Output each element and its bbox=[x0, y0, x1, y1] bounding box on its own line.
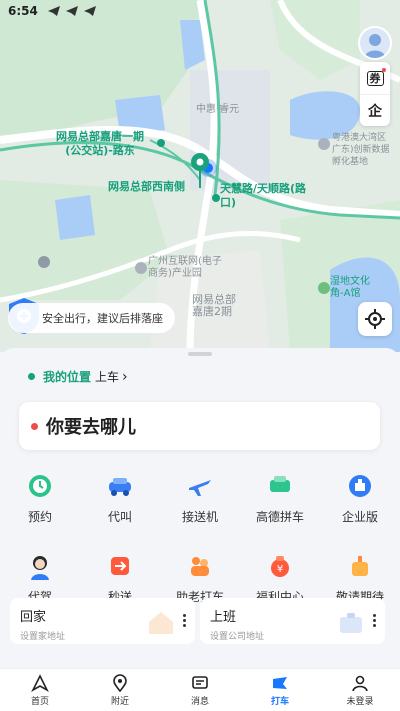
driver-avatar-icon bbox=[31, 556, 49, 580]
location-pin-icon bbox=[113, 673, 127, 692]
telegram-icon bbox=[83, 6, 96, 16]
car-call-icon bbox=[109, 478, 131, 496]
service-reserve[interactable]: 预约 bbox=[0, 472, 80, 552]
service-label: 接送机 bbox=[181, 510, 218, 524]
tab-label: 打车 bbox=[270, 696, 289, 707]
locate-button[interactable] bbox=[358, 302, 392, 336]
park-poi-icon[interactable] bbox=[135, 262, 147, 274]
notification-dot bbox=[382, 68, 386, 72]
service-label: 预约 bbox=[27, 510, 52, 524]
ride-sheet: 我的位置 上车 › 你要去哪儿 预约 代叫 接送机 高德拼车 企业版 代驾 秒送… bbox=[0, 348, 400, 668]
coupon-button[interactable]: 券 bbox=[360, 62, 390, 94]
service-label: 高德拼车 bbox=[255, 510, 304, 524]
tab-taxi[interactable]: 打车 bbox=[240, 669, 320, 711]
taxi-icon bbox=[273, 676, 287, 689]
pickup-location[interactable]: 我的位置 上车 › bbox=[28, 368, 128, 385]
service-carpool[interactable]: 高德拼车 bbox=[240, 472, 320, 552]
elderly-icon bbox=[191, 557, 209, 576]
enterprise-map-button[interactable]: 企 bbox=[360, 94, 390, 126]
gift-icon bbox=[352, 556, 368, 576]
destination-placeholder: 你要去哪儿 bbox=[46, 417, 136, 438]
send-icon bbox=[111, 557, 129, 575]
tab-messages[interactable]: 消息 bbox=[160, 669, 240, 711]
briefcase-icon bbox=[340, 613, 362, 633]
house-icon bbox=[149, 612, 173, 634]
safety-tip-text: 安全出行，建议后排落座 bbox=[42, 312, 163, 325]
destination-dot bbox=[31, 422, 38, 430]
safety-tip[interactable]: 安全出行，建议后排落座 bbox=[8, 303, 175, 333]
user-icon bbox=[352, 675, 368, 691]
parking-poi-icon[interactable] bbox=[38, 256, 50, 268]
map-tool-stack: 券 企 bbox=[360, 62, 390, 126]
shortcut-home[interactable]: 回家 设置家地址 bbox=[10, 598, 195, 644]
status-bar: 6:54 bbox=[0, 0, 400, 22]
shortcut-work[interactable]: 上班 设置公司地址 bbox=[200, 598, 385, 644]
destination-input[interactable]: 你要去哪儿 bbox=[19, 402, 380, 450]
tab-label: 首页 bbox=[30, 696, 49, 707]
crosshair-icon bbox=[365, 309, 385, 329]
map-view[interactable]: 中惠·睿元 粤港澳大湾区 广东)创新数据 孵化基地 广州互联网(电子 商务)产业… bbox=[0, 0, 400, 352]
plane-icon bbox=[189, 480, 211, 496]
svg-text:¥: ¥ bbox=[277, 564, 283, 575]
map-label-wetland: 湿地文化 角-A馆 bbox=[330, 276, 370, 299]
map-label-wangyi-hq2: 网易总部 嘉唐2期 bbox=[192, 293, 236, 318]
service-enterprise[interactable]: 企业版 bbox=[320, 472, 400, 552]
pickup-label: 我的位置 bbox=[43, 370, 92, 384]
user-avatar[interactable] bbox=[358, 26, 392, 60]
message-icon bbox=[192, 675, 208, 689]
service-call-for-others[interactable]: 代叫 bbox=[80, 472, 160, 552]
bus-stop-dot[interactable] bbox=[212, 194, 220, 202]
enterprise-icon bbox=[349, 475, 371, 497]
pickup-suffix: 上车 bbox=[95, 370, 120, 384]
tab-home[interactable]: 首页 bbox=[0, 669, 80, 711]
poi-pin-icon[interactable] bbox=[318, 138, 330, 150]
bus-stop-north-label[interactable]: 网易总部嘉唐一期 (公交站)-路东 bbox=[56, 130, 144, 158]
bus-stop-road-label[interactable]: 天慧路/天顺路(路 口) bbox=[220, 182, 306, 210]
pickup-pin-icon[interactable] bbox=[188, 150, 218, 194]
more-icon[interactable] bbox=[373, 614, 377, 629]
tab-profile[interactable]: 未登录 bbox=[320, 669, 400, 711]
service-label: 企业版 bbox=[341, 510, 378, 524]
more-icon[interactable] bbox=[183, 614, 187, 629]
tab-label: 消息 bbox=[190, 696, 209, 707]
service-label: 代叫 bbox=[107, 510, 132, 524]
coupon-icon: 券 bbox=[366, 70, 384, 86]
tab-label: 附近 bbox=[110, 696, 129, 707]
map-label-zhonghui: 中惠·睿元 bbox=[196, 104, 240, 115]
service-airport[interactable]: 接送机 bbox=[160, 472, 240, 552]
bus-stop-southwest-label[interactable]: 网易总部西南侧 bbox=[108, 180, 185, 194]
enterprise-map-icon: 企 bbox=[368, 103, 382, 120]
pickup-dot bbox=[28, 373, 35, 380]
telegram-icon bbox=[47, 6, 60, 16]
telegram-icon bbox=[65, 6, 78, 16]
welfare-icon: ¥ bbox=[271, 556, 289, 577]
tab-nearby[interactable]: 附近 bbox=[80, 669, 160, 711]
status-time: 6:54 bbox=[8, 4, 38, 18]
map-label-innovation-base: 粤港澳大湾区 广东)创新数据 孵化基地 bbox=[332, 133, 390, 167]
carpool-icon bbox=[270, 476, 290, 492]
sheet-handle[interactable] bbox=[188, 352, 212, 356]
chevron-right-icon: › bbox=[122, 368, 128, 385]
home-nav-icon bbox=[31, 673, 49, 692]
clock-icon bbox=[29, 475, 51, 497]
map-label-internet-park: 广州互联网(电子 商务)产业园 bbox=[148, 256, 222, 279]
bottom-tab-bar: 首页 附近 消息 打车 未登录 bbox=[0, 668, 400, 711]
avatar-icon bbox=[364, 34, 386, 58]
poi-wetland-icon[interactable] bbox=[318, 282, 330, 294]
bus-stop-dot[interactable] bbox=[157, 139, 165, 147]
tab-label: 未登录 bbox=[346, 696, 374, 707]
